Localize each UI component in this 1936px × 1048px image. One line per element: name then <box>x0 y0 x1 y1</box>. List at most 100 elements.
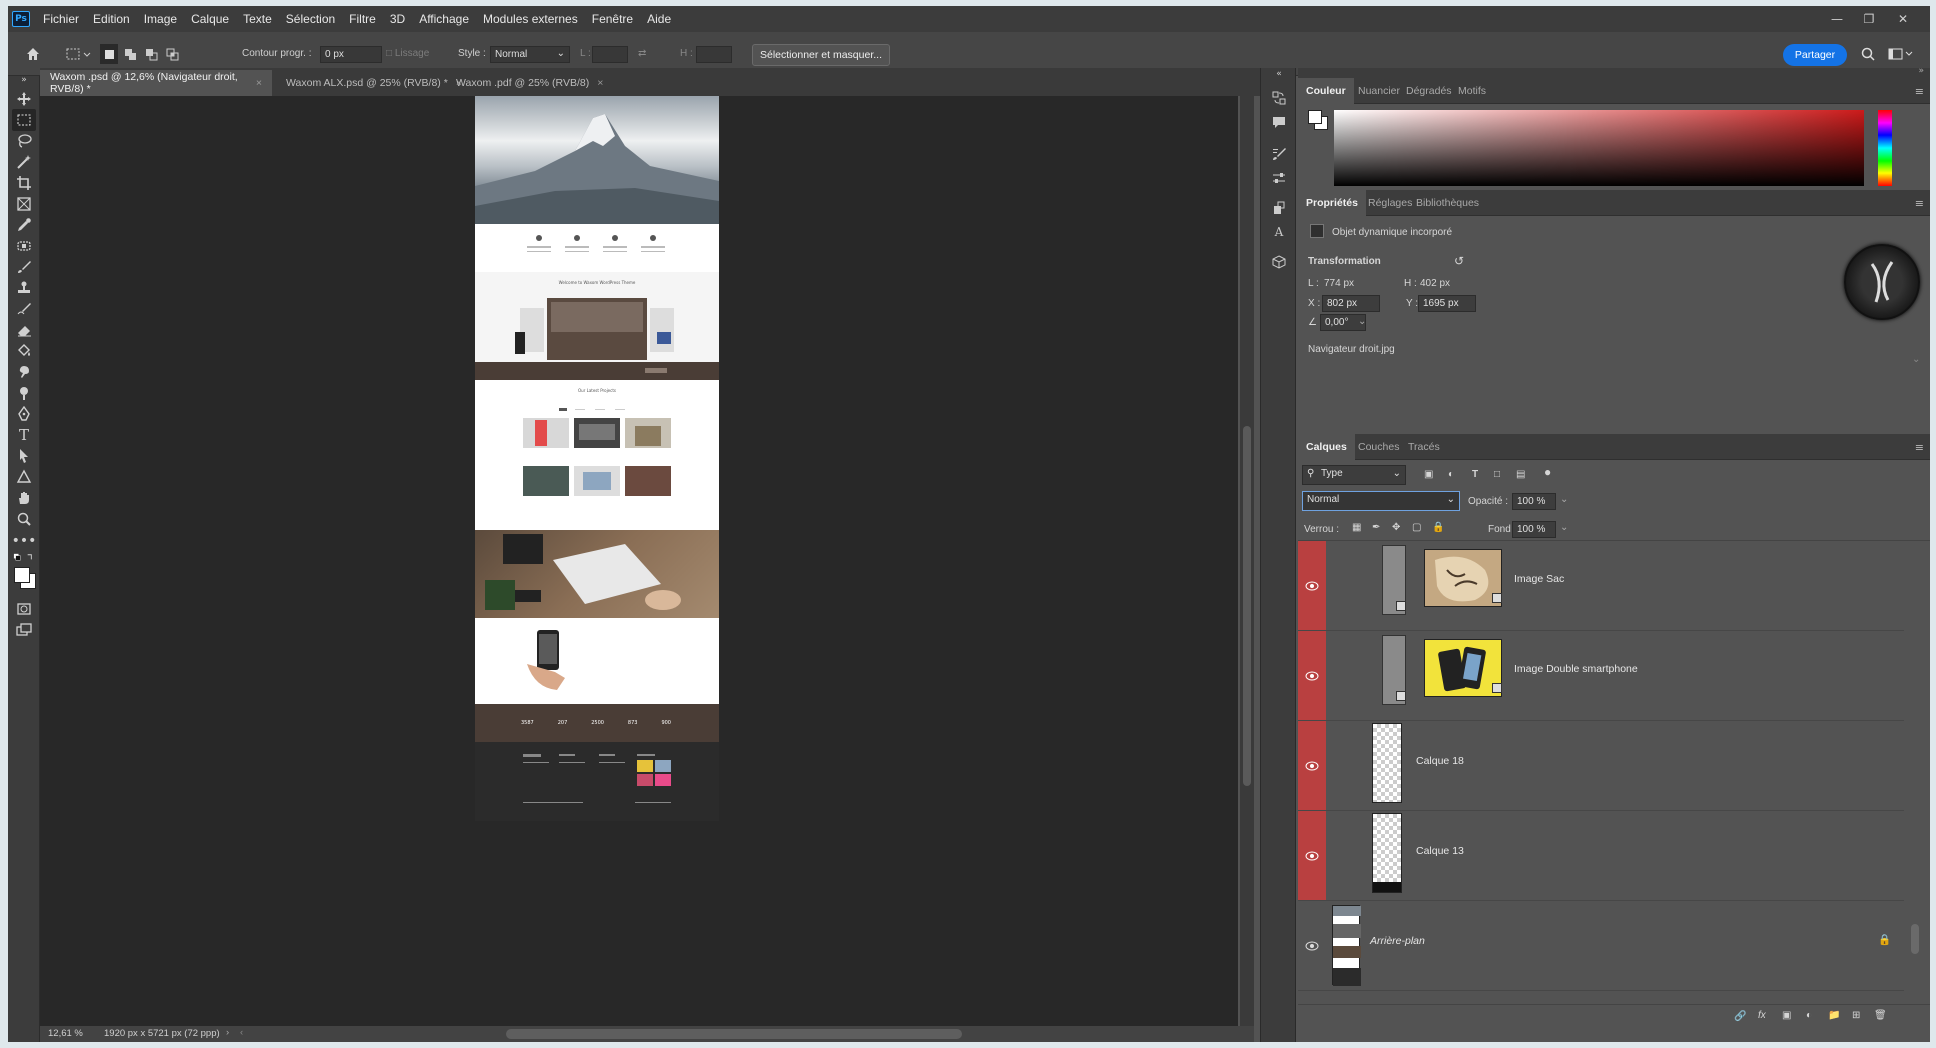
workspace-icon[interactable] <box>1886 44 1916 64</box>
filter-toggle-icon[interactable]: ● <box>1544 465 1551 479</box>
layer-filter-select[interactable]: ⚲ Type ⌄ <box>1302 465 1406 485</box>
h-input[interactable] <box>696 46 732 63</box>
link-layers-icon[interactable]: 🔗 <box>1734 1011 1746 1022</box>
panel-menu-icon[interactable]: ≡ <box>1915 197 1924 210</box>
tab-waxom-pdf[interactable]: Waxom .pdf @ 25% (RVB/8) × <box>446 70 616 96</box>
chevron-down-icon[interactable]: ⌄ <box>1358 316 1366 327</box>
quick-mask-icon[interactable] <box>12 598 36 620</box>
menu-3d[interactable]: 3D <box>383 12 412 26</box>
tab-couches[interactable]: Couches <box>1350 434 1407 460</box>
magic-wand-icon[interactable] <box>12 151 36 173</box>
horizontal-scroll-thumb[interactable] <box>506 1029 962 1039</box>
eyedropper-icon[interactable] <box>12 214 36 236</box>
scroll-thumb[interactable] <box>1243 426 1251 786</box>
hand-tool-icon[interactable] <box>12 487 36 509</box>
hue-slider[interactable] <box>1878 110 1892 186</box>
reset-transform-icon[interactable]: ↺ <box>1454 254 1464 268</box>
menu-aide[interactable]: Aide <box>640 12 678 26</box>
dodge-tool-icon[interactable] <box>12 382 36 404</box>
zoom-level[interactable]: 12,61 % <box>48 1028 83 1039</box>
layer-row[interactable]: Image Double smartphone <box>1298 631 1904 721</box>
delete-layer-icon[interactable]: 🗑 <box>1874 1010 1887 1021</box>
collapse-panels-icon[interactable]: » <box>1918 66 1924 76</box>
l-input[interactable] <box>592 46 628 63</box>
frame-tool-icon[interactable] <box>12 193 36 215</box>
tab-waxom-psd[interactable]: Waxom .psd @ 12,6% (Navigateur droit, RV… <box>40 70 272 96</box>
canvas-area[interactable]: Welcome to Waxom WordPress Theme Our Lat… <box>40 96 1238 1026</box>
menu-modules[interactable]: Modules externes <box>476 12 585 26</box>
tab-motifs[interactable]: Motifs <box>1450 78 1494 104</box>
add-selection-icon[interactable] <box>121 44 139 64</box>
menu-affichage[interactable]: Affichage <box>412 12 476 26</box>
marquee-tool-icon[interactable] <box>12 109 36 131</box>
color-field[interactable] <box>1334 110 1864 186</box>
lock-pixels-icon[interactable]: ✒ <box>1372 522 1380 533</box>
new-selection-icon[interactable] <box>100 44 118 64</box>
visibility-eye-icon[interactable] <box>1298 721 1326 810</box>
tab-proprietes[interactable]: Propriétés <box>1298 190 1366 216</box>
lock-position-icon[interactable]: ✥ <box>1392 522 1400 533</box>
menu-fichier[interactable]: Fichier <box>36 12 86 26</box>
home-icon[interactable] <box>22 44 44 64</box>
path-select-icon[interactable] <box>12 445 36 467</box>
foreground-color[interactable] <box>14 567 30 583</box>
lissage-checkbox[interactable]: □ Lissage <box>386 48 429 59</box>
brush-tool-icon[interactable] <box>12 256 36 278</box>
scroll-down-icon[interactable]: ⌄ <box>1912 354 1920 365</box>
eraser-tool-icon[interactable] <box>12 319 36 341</box>
expand-tools-icon[interactable]: » <box>12 74 36 86</box>
style-select[interactable]: Normal ⌄ <box>490 46 570 63</box>
filter-pixel-icon[interactable]: ▣ <box>1424 469 1433 480</box>
fill-input[interactable]: 100 % <box>1512 521 1556 538</box>
minimize-icon[interactable]: — <box>1822 6 1852 32</box>
brush-settings-icon[interactable] <box>1269 144 1289 164</box>
shape-tool-icon[interactable] <box>12 466 36 488</box>
layer-row[interactable]: Image Sac <box>1298 541 1904 631</box>
history-brush-icon[interactable] <box>12 298 36 320</box>
fx-icon[interactable]: fx <box>1758 1010 1766 1021</box>
new-layer-icon[interactable]: ⊞ <box>1852 1010 1860 1021</box>
chevron-down-icon[interactable]: ⌄ <box>1560 522 1568 533</box>
tab-traces[interactable]: Tracés <box>1400 434 1448 460</box>
visibility-eye-icon[interactable] <box>1298 811 1326 900</box>
restore-icon[interactable]: ❐ <box>1854 6 1884 32</box>
chevron-down-icon[interactable]: ⌄ <box>1560 494 1568 505</box>
menu-image[interactable]: Image <box>137 12 184 26</box>
intersect-selection-icon[interactable] <box>163 44 181 64</box>
collapse-icon[interactable]: « <box>1269 68 1289 80</box>
layer-row[interactable]: Arrière-plan 🔒 <box>1298 901 1904 991</box>
select-and-mask-button[interactable]: Sélectionner et masquer... <box>752 44 890 66</box>
lock-all-icon[interactable]: 🔒 <box>1432 522 1444 533</box>
type-tool-icon[interactable]: T <box>12 424 36 446</box>
filter-adjustment-icon[interactable]: ◐ <box>1448 469 1454 480</box>
panel-menu-icon[interactable]: ≡ <box>1915 85 1924 98</box>
chevron-right-icon[interactable]: › <box>226 1027 229 1038</box>
layer-row[interactable]: Calque 18 <box>1298 721 1904 811</box>
zoom-tool-icon[interactable] <box>12 508 36 530</box>
subtract-selection-icon[interactable] <box>142 44 160 64</box>
layer-row[interactable]: Calque 13 <box>1298 811 1904 901</box>
visibility-eye-icon[interactable] <box>1298 631 1326 720</box>
more-tools-icon[interactable]: ••• <box>12 530 37 552</box>
lock-icon[interactable]: 🔒 <box>1878 933 1891 946</box>
group-folder-icon[interactable]: 📁 <box>1828 1010 1840 1021</box>
marquee-preset-icon[interactable] <box>64 44 94 64</box>
swap-icon[interactable]: ⇄ <box>638 48 646 59</box>
width-value[interactable]: 774 px <box>1324 278 1354 289</box>
color-swatches[interactable] <box>12 566 36 592</box>
tab-couleur[interactable]: Couleur <box>1298 78 1354 104</box>
stamp-tool-icon[interactable] <box>12 277 36 299</box>
close-tab-icon[interactable]: × <box>256 77 262 89</box>
crop-tool-icon[interactable] <box>12 172 36 194</box>
filter-shape-icon[interactable]: □ <box>1494 469 1500 480</box>
history-icon[interactable] <box>1269 88 1289 108</box>
close-icon[interactable]: ✕ <box>1888 6 1918 32</box>
3d-icon[interactable] <box>1269 252 1289 272</box>
pen-tool-icon[interactable] <box>12 403 36 425</box>
share-button[interactable]: Partager <box>1783 44 1847 66</box>
contour-input[interactable]: 0 px <box>320 46 382 63</box>
height-value[interactable]: 402 px <box>1420 278 1450 289</box>
blend-mode-select[interactable]: Normal ⌄ <box>1302 491 1460 511</box>
artboard[interactable]: Welcome to Waxom WordPress Theme Our Lat… <box>475 96 719 821</box>
menu-edition[interactable]: Edition <box>86 12 137 26</box>
